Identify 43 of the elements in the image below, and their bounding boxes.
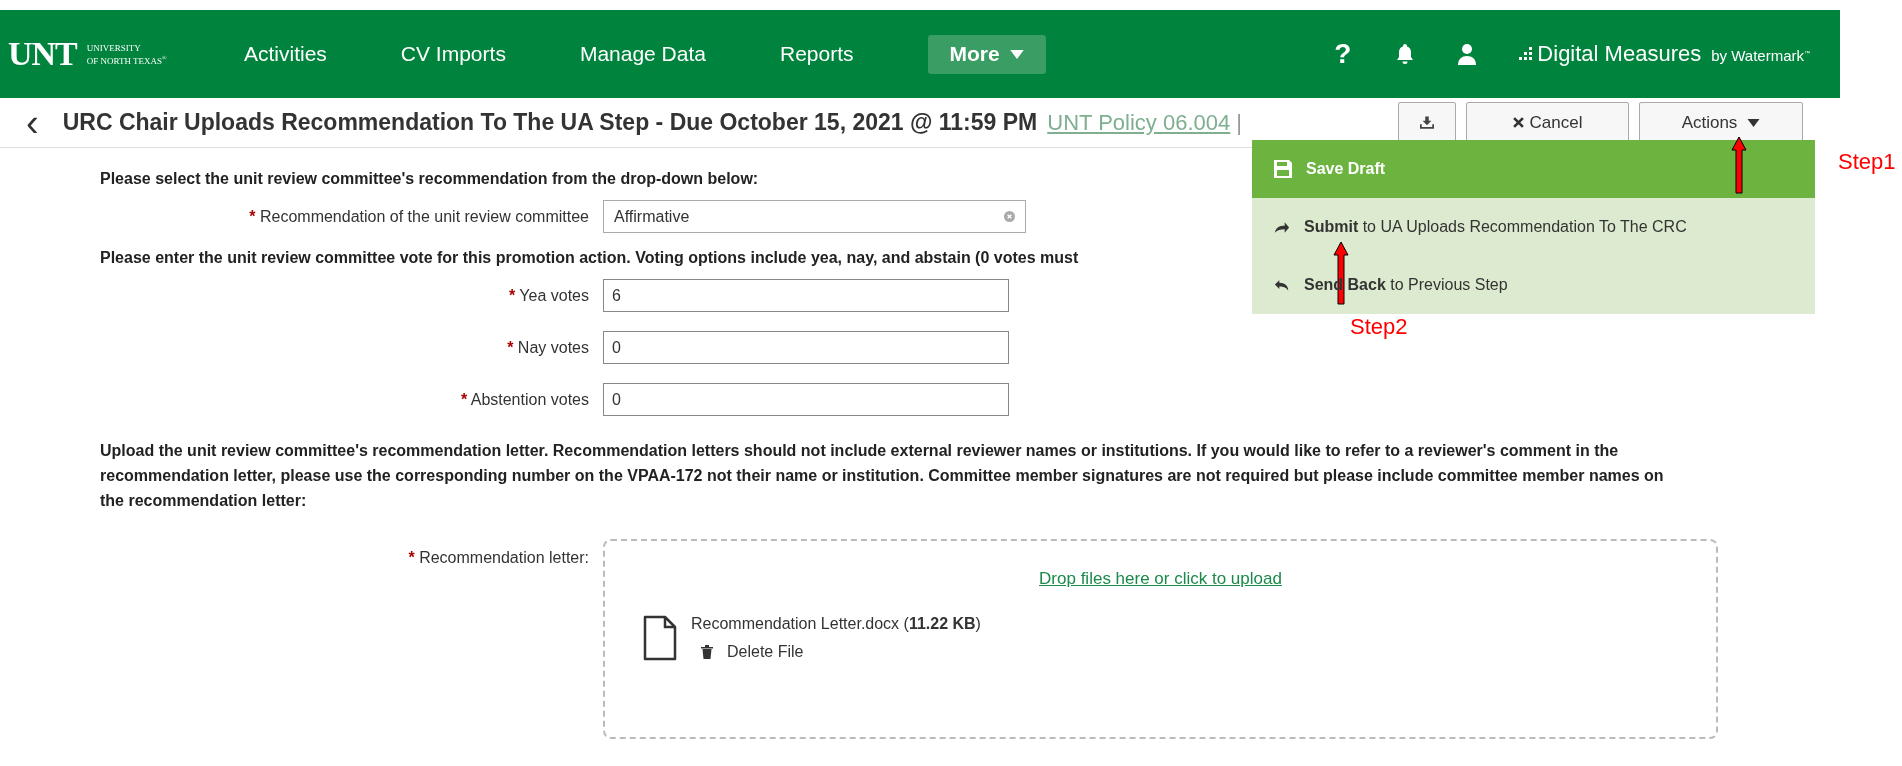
field-label: * Recommendation of the unit review committee: [248, 207, 589, 226]
logo-mark[interactable]: UNT: [8, 35, 77, 73]
page-title: URC Chair Uploads Recommendation To The UA Step - Due October 15, 2021 @ 11:59 PM: [62, 109, 1038, 136]
menu-item[interactable]: Submit to UA Uploads Recommendation To The CRC: [1252, 198, 1815, 256]
upload-link[interactable]: Drop files here or click to upload: [605, 569, 1716, 589]
section-instruction: Please enter the unit review committee vote for this promotion action. Voting options include yea, nay, and abstain (0 votes must: [100, 249, 1080, 267]
brand-name: Digital Measures: [1537, 41, 1702, 67]
notifications-bell-icon[interactable]: [1395, 43, 1416, 65]
nav-link[interactable]: Manage Data: [579, 42, 706, 66]
field-label: * Nay votes: [506, 338, 589, 357]
logo-text: UNIVERSITY: [86, 42, 142, 53]
trash-icon: [701, 645, 713, 659]
nav-link[interactable]: Activities: [244, 42, 327, 66]
annotation-label: Step2: [1350, 314, 1408, 340]
close-icon: [1512, 117, 1524, 128]
logo-text: OF NORTH TEXAS$^{®}$: [86, 53, 167, 66]
field-label: * Recommendation letter:: [407, 548, 589, 567]
recommendation-select[interactable]: Affirmative: [603, 200, 1026, 233]
reply-arrow-icon: [1274, 278, 1290, 292]
brand-byline: by Watermark$^{™}$: [1711, 47, 1810, 64]
user-profile-icon[interactable]: [1457, 43, 1478, 65]
file-name: Recommendation Letter.docx (11.22 KB): [691, 615, 981, 633]
document-icon: [643, 615, 677, 661]
field-label: * Yea votes: [507, 286, 589, 305]
vote-input-field[interactable]: 6: [603, 279, 1009, 312]
annotation-arrow: [1731, 136, 1747, 194]
delete-file-button[interactable]: Delete File: [691, 643, 981, 661]
vote-input-field[interactable]: 0: [603, 331, 1009, 364]
nav-link[interactable]: CV Imports: [400, 42, 506, 66]
forward-arrow-icon: [1274, 220, 1290, 234]
download-icon: [1420, 116, 1434, 129]
back-chevron[interactable]: ‹: [26, 103, 39, 142]
caret-icon: [1747, 118, 1761, 127]
file-drop-zone[interactable]: Drop files here or click to upload Recommendation Letter.docx (11.22 KB) Delete File: [603, 539, 1718, 739]
caret-icon: [1009, 49, 1024, 59]
vote-input-field[interactable]: 0: [603, 383, 1009, 416]
nav-link[interactable]: Reports: [780, 42, 854, 66]
annotation-label: Step1: [1838, 149, 1896, 175]
section-instruction: Please select the unit review committee's recommendation from the drop-down below:: [100, 170, 760, 188]
help-icon[interactable]: ?: [1334, 38, 1352, 70]
link-separator: |: [1236, 109, 1242, 136]
field-label: * Abstention votes: [459, 390, 589, 409]
section-instruction: Upload the unit review committee's recommendation letter. Recommendation letters should not include external reviewer names or institutions. If you would like to refer to a reviewer's comment in the recommendation letter, please use the corresponding number on the VPAA-172 not their name or institution. Committee member signatures are not required but please include committee member names on the recommendation letter:: [100, 441, 1665, 511]
